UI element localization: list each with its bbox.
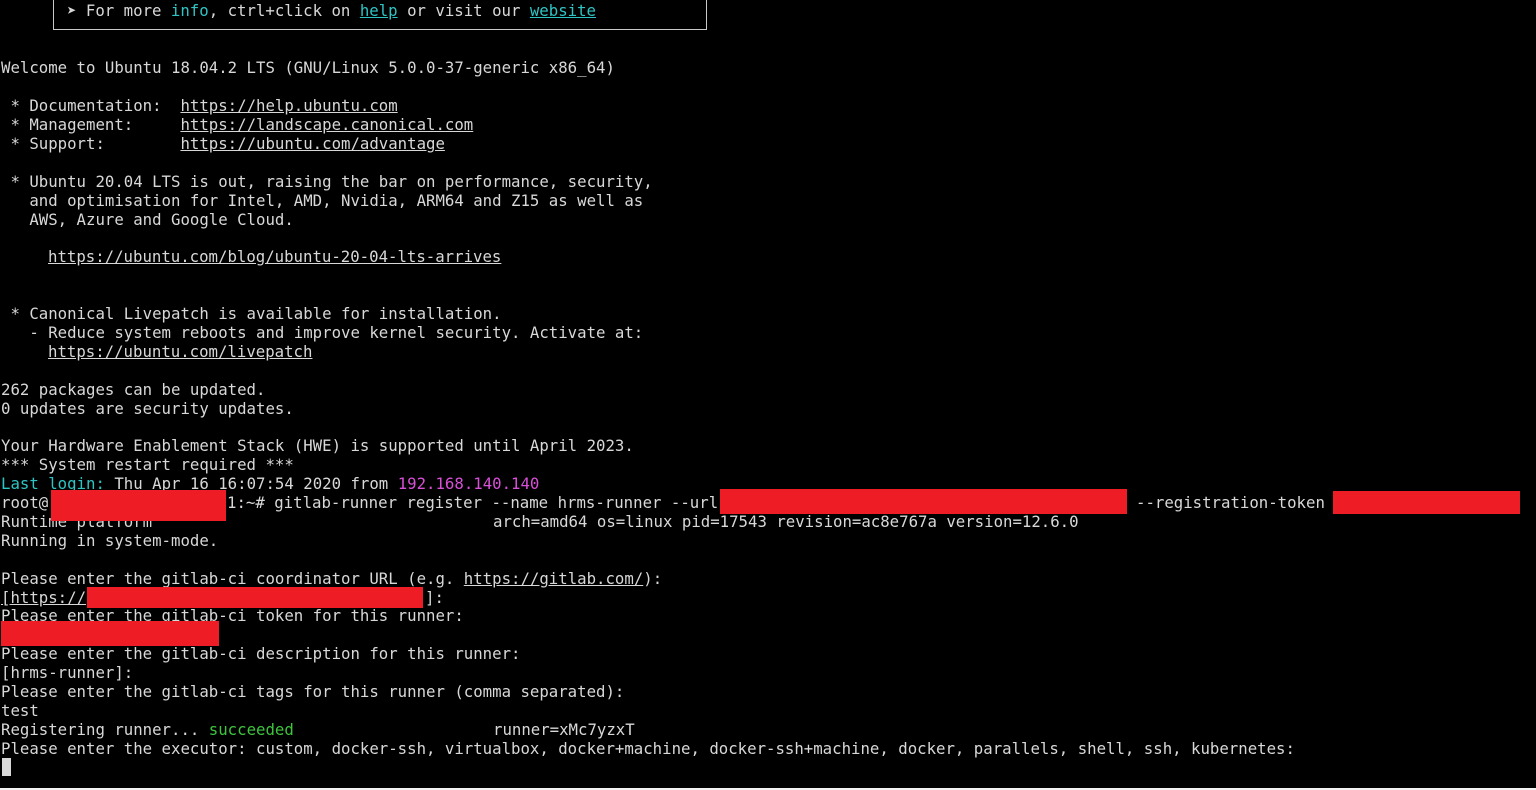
mgmt-link[interactable]: https://landscape.canonical.com [180,115,473,134]
livepatch-line-2: - Reduce system reboots and improve kern… [1,323,644,342]
url-default-line: [https:// [1,588,87,607]
tags-value-line: test [1,701,39,720]
info-link[interactable]: info [171,1,209,20]
url-example-link[interactable]: https://gitlab.com/ [464,569,643,588]
succeeded-status: succeeded [208,720,294,739]
security-line: 0 updates are security updates. [1,399,294,418]
news-line-1: * Ubuntu 20.04 LTS is out, raising the b… [1,172,653,191]
restart-line: *** System restart required *** [1,455,294,474]
website-link[interactable]: website [530,1,596,20]
tags-prompt-line: Please enter the gitlab-ci tags for this… [1,682,625,701]
redaction-url [720,489,1127,514]
help-link[interactable]: help [360,1,398,20]
terminal-cursor[interactable] [2,758,11,776]
executor-prompt-line: Please enter the executor: custom, docke… [1,739,1295,758]
prompt-tail: 1:~# gitlab-runner register --name hrms-… [227,493,719,512]
news-line-3: AWS, Azure and Google Cloud. [1,210,294,229]
redaction-entered-token [1,621,219,646]
news-line-2: and optimisation for Intel, AMD, Nvidia,… [1,191,644,210]
mgmt-line: * Management: https://landscape.canonica… [1,115,474,134]
banner-line: ➤ For more info, ctrl+click on help or v… [67,1,596,20]
url-default-close: ]: [425,588,444,607]
redaction-default-url [87,587,423,608]
doc-line: * Documentation: https://help.ubuntu.com [1,96,398,115]
news-link[interactable]: https://ubuntu.com/blog/ubuntu-20-04-lts… [48,247,501,266]
hwe-line: Your Hardware Enablement Stack (HWE) is … [1,436,634,455]
token-flag: --registration-token [1136,493,1325,512]
livepatch-link[interactable]: https://ubuntu.com/livepatch [48,342,312,361]
runner-id: runner=xMc7yzxT [493,720,635,739]
prompt-user: root@ [1,493,49,512]
registering-line: Registering runner... succeeded [1,720,294,739]
url-prompt-line: Please enter the gitlab-ci coordinator U… [1,569,663,588]
desc-default-line: [hrms-runner]: [1,663,134,682]
terminal-window[interactable]: ➤ For more info, ctrl+click on help or v… [1,0,1531,788]
livepatch-line-1: * Canonical Livepatch is available for i… [1,304,502,323]
support-link[interactable]: https://ubuntu.com/advantage [180,134,444,153]
packages-line: 262 packages can be updated. [1,380,266,399]
desc-prompt-line: Please enter the gitlab-ci description f… [1,644,521,663]
redaction-hostname [51,490,226,521]
redaction-token [1333,491,1520,514]
welcome-line: Welcome to Ubuntu 18.04.2 LTS (GNU/Linux… [1,58,615,77]
system-mode-line: Running in system-mode. [1,531,219,550]
command-text: gitlab-runner register --name hrms-runne… [274,493,719,512]
doc-link[interactable]: https://help.ubuntu.com [180,96,397,115]
login-ip: 192.168.140.140 [397,474,540,493]
support-line: * Support: https://ubuntu.com/advantage [1,134,445,153]
arrow-icon: ➤ [67,1,77,20]
runtime-info: arch=amd64 os=linux pid=17543 revision=a… [493,512,1079,531]
